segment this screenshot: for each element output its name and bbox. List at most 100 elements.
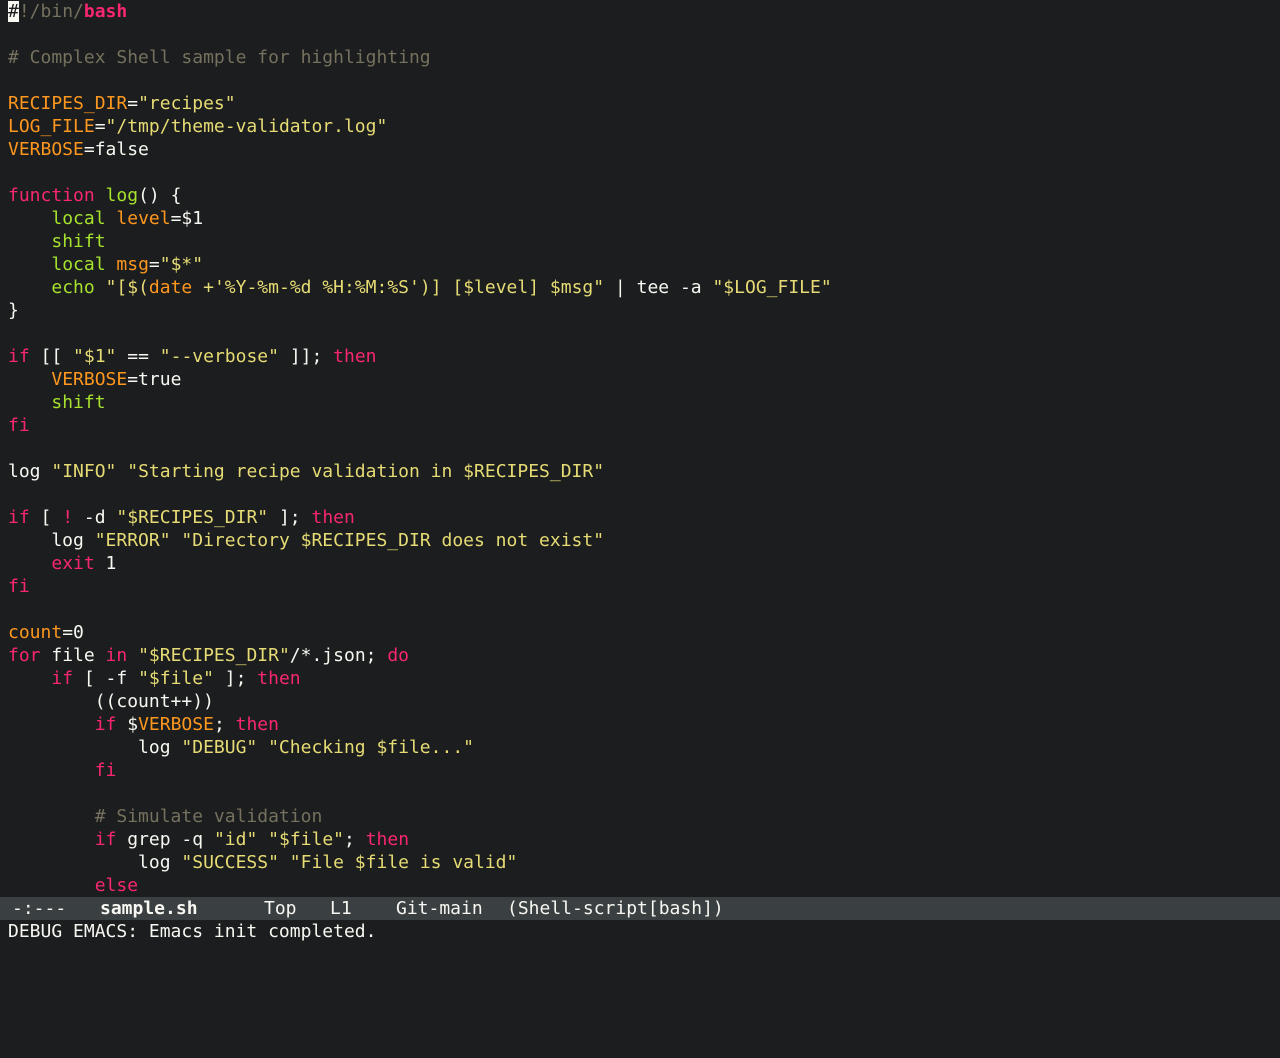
code-token: = [148,254,160,275]
code-token: () { [138,185,182,206]
code-line[interactable]: log "ERROR" "Directory $RECIPES_DIR does… [8,529,604,552]
code-token: exit [51,553,95,574]
code-token: shift [51,231,106,252]
mode-line-vc-branch[interactable]: Git-main [396,897,483,920]
code-line[interactable]: LOG_FILE="/tmp/theme-validator.log" [8,115,387,138]
code-token: "SUCCESS" [181,852,279,873]
code-line[interactable]: function log() { [8,184,181,207]
mode-line-major-mode[interactable]: (Shell-script[bash]) [507,897,724,920]
code-token: ]; [268,507,312,528]
code-token: "$LOG_FILE" [712,277,832,298]
code-line[interactable]: RECIPES_DIR="recipes" [8,92,236,115]
code-line[interactable]: fi [8,414,30,437]
code-line[interactable]: exit 1 [8,552,116,575]
echo-area[interactable]: DEBUG EMACS: Emacs init completed. [0,920,1280,943]
code-token: "ERROR" [94,530,171,551]
code-line[interactable]: else [8,874,138,897]
code-token: fi [8,415,30,436]
code-token: "$RECIPES_DIR" [116,507,269,528]
code-token: else [94,875,139,896]
code-line[interactable]: echo "[$(date +'%Y-%m-%d %H:%M:%S')] [$l… [8,276,832,299]
code-token: [ [29,507,63,528]
code-token: if [94,714,117,735]
code-line[interactable]: } [8,299,19,322]
code-line[interactable]: ((count++)) [8,690,214,713]
mode-line-line-number: L1 [330,898,352,919]
code-token: VERBOSE [138,714,214,735]
code-token: == [116,346,160,367]
code-token: "$file" [138,668,214,689]
code-token: do [387,645,410,666]
code-line[interactable]: fi [8,575,30,598]
code-token: if [8,346,30,367]
code-token: "INFO" [51,461,117,482]
code-token: "--verbose" [159,346,279,367]
code-line[interactable]: log "INFO" "Starting recipe validation i… [8,460,604,483]
code-token: VERBOSE [8,139,84,160]
code-token: =true [127,369,182,390]
code-token: VERBOSE [51,369,128,390]
code-line[interactable]: for file in "$RECIPES_DIR"/*.json; do [8,644,409,667]
code-line[interactable]: VERBOSE=false [8,138,149,161]
code-token: "Starting recipe validation in $RECIPES_… [127,461,605,482]
code-line[interactable]: if $VERBOSE; then [8,713,279,736]
code-token: "Directory $RECIPES_DIR does not exist" [181,530,605,551]
mode-line-buffer-name[interactable]: sample.sh [100,897,198,920]
code-line[interactable]: VERBOSE=true [8,368,181,391]
code-token: log [8,530,95,551]
code-line[interactable]: if grep -q "id" "$file"; then [8,828,409,851]
editor-buffer[interactable]: #!/bin/bash # Complex Shell sample for hi… [0,0,1280,897]
code-token: 1 [94,553,117,574]
code-token: fi [94,760,117,781]
code-line[interactable]: shift [8,230,106,253]
code-token: ]]; [278,346,334,367]
code-token: echo [51,277,95,298]
code-line[interactable]: # Simulate validation [8,805,323,828]
code-token: "DEBUG" [181,737,258,758]
code-token: msg [116,254,149,275]
code-token: then [235,714,279,735]
code-token: local [51,254,106,275]
code-token: if [94,829,117,850]
code-line[interactable]: log "DEBUG" "Checking $file..." [8,736,474,759]
code-line[interactable]: if [ ! -d "$RECIPES_DIR" ]; then [8,506,355,529]
echo-area-message: DEBUG EMACS: Emacs init completed. [8,921,377,942]
code-token: ! [62,507,74,528]
code-line[interactable]: count=0 [8,621,84,644]
code-token: =$1 [170,208,204,229]
code-token: "$RECIPES_DIR" [138,645,290,666]
code-token: log [8,461,52,482]
code-token: local [51,208,106,229]
code-line[interactable]: # Complex Shell sample for highlighting [8,46,431,69]
code-line[interactable]: local msg="$*" [8,253,203,276]
code-token: = [127,93,139,114]
code-token: +'%Y-%m-%d %H:%M:%S')] [$level] $msg" [192,277,605,298]
code-line[interactable]: if [ -f "$file" ]; then [8,667,300,690]
code-token: "Checking $file..." [268,737,474,758]
code-token: ((count++)) [8,691,214,712]
code-token: "/tmp/theme-validator.log" [105,116,388,137]
code-line[interactable]: #!/bin/bash [8,0,127,23]
code-line[interactable]: shift [8,391,106,414]
code-token: "$file" [268,829,344,850]
code-line[interactable]: local level=$1 [8,207,203,230]
code-token: ]; [213,668,258,689]
code-line[interactable]: fi [8,759,117,782]
code-token: shift [51,392,106,413]
code-token: ; [344,829,366,850]
code-line[interactable]: if [[ "$1" == "--verbose" ]]; then [8,345,377,368]
mode-line: -:--- sample.sh Top L1 Git-main (Shell-s… [0,897,1280,920]
code-token: [[ [29,346,74,367]
code-token: /*.json; [289,645,388,666]
code-line[interactable]: log "SUCCESS" "File $file is valid" [8,851,517,874]
